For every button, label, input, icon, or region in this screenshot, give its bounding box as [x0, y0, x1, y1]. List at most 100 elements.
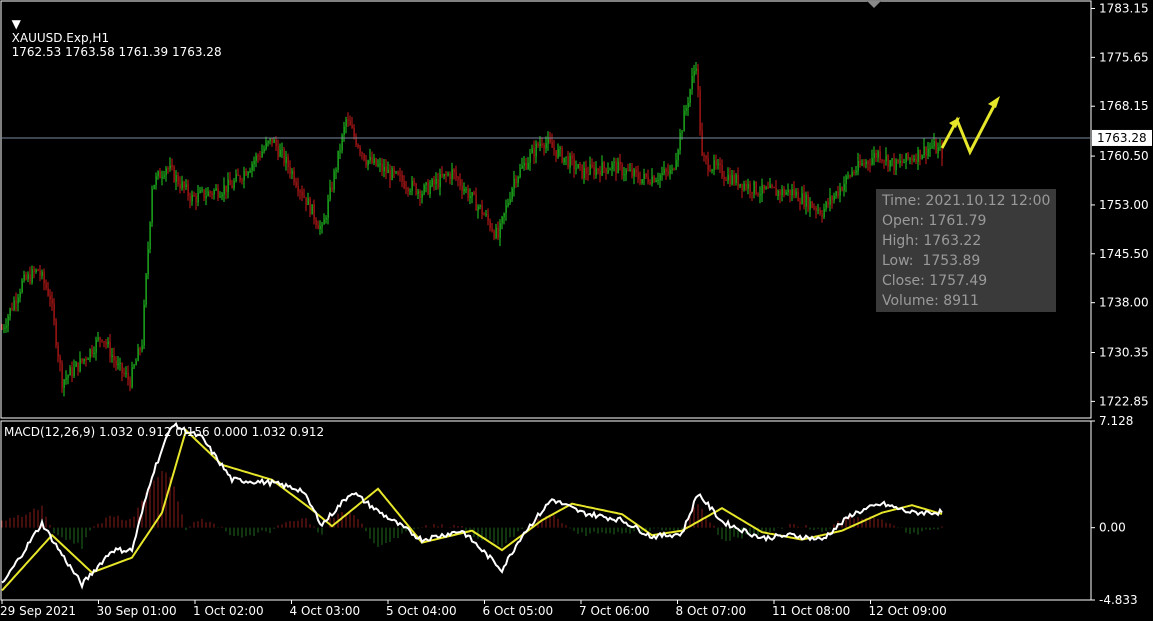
candle-body	[99, 337, 101, 340]
candle-body	[113, 355, 115, 361]
candle-body	[829, 196, 831, 205]
candle-body	[289, 167, 291, 174]
candle-body	[555, 150, 557, 158]
candle-body	[315, 219, 317, 225]
candle-body	[725, 179, 727, 181]
candle-body	[817, 210, 819, 212]
candle-body	[765, 187, 767, 190]
candle-body	[773, 187, 775, 189]
candle-body	[299, 191, 301, 193]
triangle-down-icon[interactable]: ▼	[12, 17, 21, 31]
candle-body	[693, 71, 695, 77]
candle-body	[741, 183, 743, 190]
candle-body	[87, 358, 89, 360]
candle-body	[237, 174, 239, 176]
candle-body	[65, 377, 67, 380]
candle-body	[767, 187, 769, 189]
candle-body	[317, 224, 319, 230]
candle-body	[691, 76, 693, 90]
tooltip-open: Open: 1761.79	[882, 213, 987, 229]
candle-body	[407, 188, 409, 192]
candle-body	[911, 158, 913, 161]
candle-body	[657, 179, 659, 181]
candle-body	[501, 216, 503, 224]
candle-body	[521, 165, 523, 169]
candle-body	[677, 150, 679, 161]
candle-body	[567, 156, 569, 168]
candle-body	[763, 184, 765, 190]
candle-body	[31, 269, 33, 283]
candle-body	[571, 155, 573, 159]
candle-body	[815, 208, 817, 211]
candle-body	[931, 146, 933, 148]
candle-body	[365, 160, 367, 166]
candle-body	[799, 201, 801, 204]
candle-body	[867, 161, 869, 164]
candle-body	[135, 360, 137, 366]
macd-panel[interactable]	[1, 421, 943, 592]
candle-body	[147, 249, 149, 275]
price-tick-label: 1753.00	[1099, 198, 1149, 212]
candle-body	[77, 362, 79, 372]
candle-body	[265, 142, 267, 149]
candle-body	[373, 158, 375, 163]
candle-body	[363, 153, 365, 161]
candle-body	[361, 152, 363, 154]
candle-body	[785, 192, 787, 195]
candle-body	[611, 163, 613, 170]
candle-body	[79, 358, 81, 372]
candle-body	[581, 164, 583, 179]
candle-body	[707, 158, 709, 171]
candle-body	[617, 161, 619, 174]
candle-body	[703, 155, 705, 157]
candle-body	[695, 68, 697, 72]
candle-body	[283, 149, 285, 164]
price-tick-label: 1760.50	[1099, 149, 1149, 163]
candle-body	[131, 367, 133, 388]
candle-body	[891, 158, 893, 161]
candle-body	[429, 185, 431, 195]
candle-body	[413, 180, 415, 184]
candle-body	[391, 168, 393, 180]
candle-body	[21, 280, 23, 293]
candle-body	[507, 203, 509, 206]
candle-body	[91, 349, 93, 354]
candle-body	[541, 143, 543, 145]
candle-body	[525, 163, 527, 169]
candle-body	[195, 196, 197, 203]
price-axis: 1783.15 1775.65 1768.15 1760.50 1753.00 1745.…	[1091, 1, 1152, 607]
candle-body	[861, 163, 863, 166]
chart-header: ▼ XAUUSD.Exp,H1 1762.53 1763.58 1761.39 …	[4, 3, 222, 59]
candle-body	[909, 158, 911, 160]
candle-body	[19, 292, 21, 298]
candle-body	[561, 147, 563, 163]
candle-body	[441, 174, 443, 177]
candle-body	[427, 182, 429, 195]
candle-body	[511, 188, 513, 200]
candle-body	[895, 159, 897, 170]
candle-body	[809, 201, 811, 210]
candle-body	[661, 173, 663, 175]
candle-body	[51, 299, 53, 304]
candle-body	[483, 214, 485, 216]
candle-body	[769, 185, 771, 189]
candle-body	[439, 174, 441, 188]
time-tick-label: 5 Oct 04:00	[386, 604, 457, 618]
tooltip-volume: Volume: 8911	[882, 293, 979, 309]
candle-body	[115, 360, 117, 365]
candle-body	[405, 187, 407, 189]
candle-body	[719, 163, 721, 165]
candle-body	[871, 158, 873, 165]
arrow-path	[940, 101, 998, 156]
candle-body	[715, 160, 717, 165]
candle-body	[25, 274, 27, 280]
candle-body	[823, 208, 825, 217]
candle-body	[17, 297, 19, 304]
candle-body	[125, 372, 127, 374]
candle-body	[729, 174, 731, 185]
candle-body	[705, 156, 707, 159]
candle-body	[397, 171, 399, 175]
candle-body	[141, 345, 143, 350]
candle-body	[653, 176, 655, 182]
candle-body	[593, 166, 595, 175]
